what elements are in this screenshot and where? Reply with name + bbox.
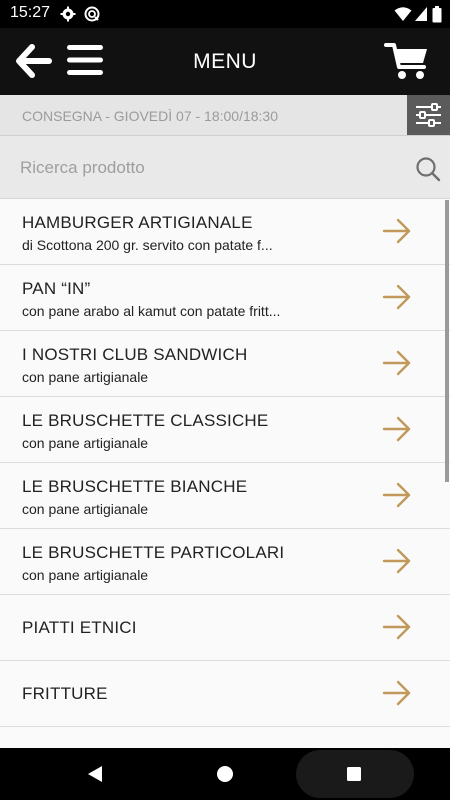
battery-icon (432, 6, 442, 23)
list-item[interactable]: HAMBURGER ARTIGIANALE di Scottona 200 gr… (0, 199, 450, 265)
list-item[interactable]: LE BRUSCHETTE PARTICOLARI con pane artig… (0, 529, 450, 595)
arrow-right-icon (382, 284, 411, 310)
system-nav-bar (0, 748, 450, 800)
item-subtitle: con pane artigianale (22, 501, 149, 517)
delivery-slot-bar[interactable]: CONSEGNA - GIOVEDÌ 07 - 18:00/18:30 (0, 95, 450, 136)
item-subtitle: con pane arabo al kamut con patate fritt… (22, 303, 281, 319)
item-title: HAMBURGER ARTIGIANALE (22, 213, 253, 232)
search-input[interactable] (18, 150, 402, 186)
arrow-right-icon (382, 416, 411, 442)
menu-category-list: HAMBURGER ARTIGIANALE di Scottona 200 gr… (0, 199, 450, 748)
arrow-right-icon (382, 548, 411, 574)
item-subtitle: con pane artigianale (22, 435, 149, 451)
recents-square-icon[interactable] (346, 766, 362, 782)
item-title: PAN “IN” (22, 279, 91, 298)
sync-icon (84, 6, 100, 22)
arrow-right-icon (382, 218, 411, 244)
app-header: MENU (0, 28, 450, 95)
list-item[interactable]: PAN “IN” con pane arabo al kamut con pat… (0, 265, 450, 331)
signal-icon (415, 7, 427, 21)
list-item[interactable] (0, 727, 450, 748)
status-time: 15:27 (10, 4, 51, 21)
item-title: PIATTI ETNICI (22, 618, 137, 637)
gear-icon (60, 6, 76, 22)
item-title: FRITTURE (22, 684, 108, 703)
cart-icon[interactable] (384, 42, 430, 82)
arrow-right-icon (382, 614, 411, 640)
back-triangle-icon[interactable] (86, 765, 104, 783)
item-subtitle: con pane artigianale (22, 567, 149, 583)
item-title: LE BRUSCHETTE CLASSICHE (22, 411, 269, 430)
status-bar: 15:27 (0, 0, 450, 28)
list-item[interactable]: LE BRUSCHETTE CLASSICHE con pane artigia… (0, 397, 450, 463)
item-title: LE BRUSCHETTE PARTICOLARI (22, 543, 285, 562)
list-item[interactable]: I NOSTRI CLUB SANDWICH con pane artigian… (0, 331, 450, 397)
list-item[interactable]: FRITTURE (0, 661, 450, 727)
arrow-right-icon (382, 680, 411, 706)
list-item[interactable]: PIATTI ETNICI (0, 595, 450, 661)
list-item[interactable]: LE BRUSCHETTE BIANCHE con pane artigiana… (0, 463, 450, 529)
home-circle-icon[interactable] (216, 765, 234, 783)
item-title: I NOSTRI CLUB SANDWICH (22, 345, 248, 364)
arrow-right-icon (382, 482, 411, 508)
page-title: MENU (193, 50, 257, 73)
item-subtitle: di Scottona 200 gr. servito con patate f… (22, 237, 273, 253)
filter-sliders-icon (416, 103, 441, 127)
scrollbar-thumb[interactable] (445, 200, 449, 482)
search-icon[interactable] (414, 155, 442, 183)
filter-button[interactable] (407, 95, 450, 135)
wifi-icon (394, 7, 412, 21)
item-title: LE BRUSCHETTE BIANCHE (22, 477, 248, 496)
delivery-slot-text: CONSEGNA - GIOVEDÌ 07 - 18:00/18:30 (22, 108, 278, 124)
search-bar (0, 136, 450, 199)
item-subtitle: con pane artigianale (22, 369, 149, 385)
arrow-right-icon (382, 350, 411, 376)
